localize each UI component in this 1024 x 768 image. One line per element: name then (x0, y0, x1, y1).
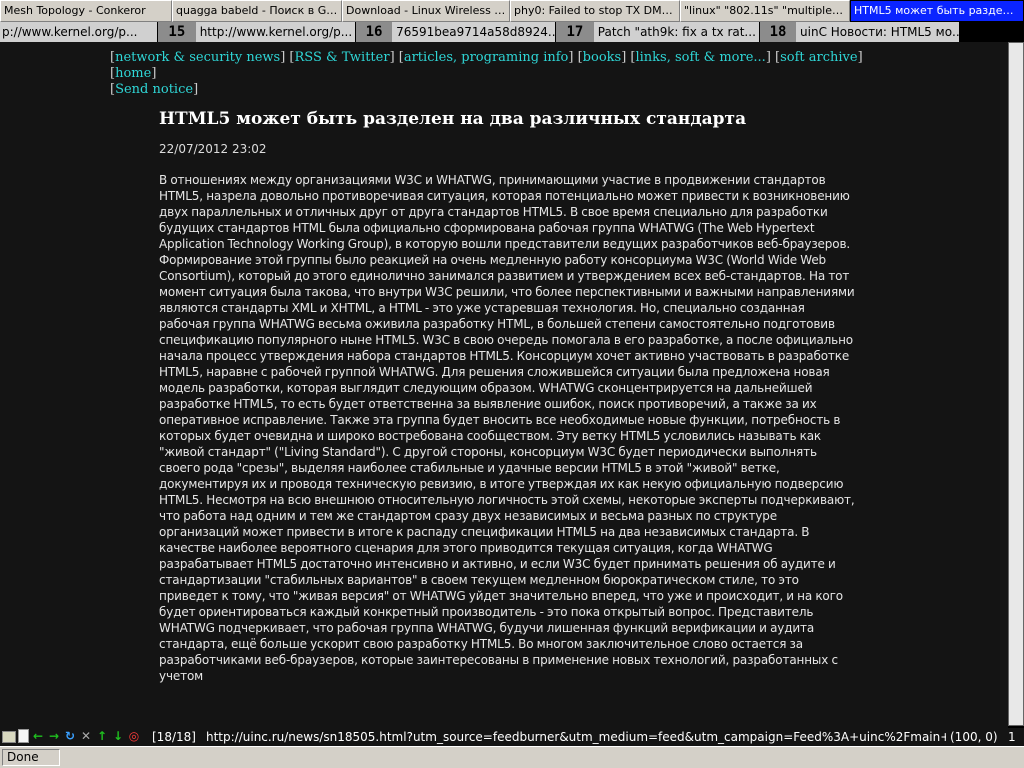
browser-toolbar: ← → ↻ ✕ ↑ ↓ ◎ [18/18] http://uinc.ru/new… (0, 728, 1024, 746)
browser-tab-number: 15 (158, 22, 196, 42)
article-date: 22/07/2012 23:02 (159, 142, 267, 156)
vertical-scrollbar[interactable] (1008, 42, 1024, 728)
browser-tab-18[interactable]: 18 uinC Новости: HTML5 мо... (760, 22, 960, 42)
nav-link-rss-twitter[interactable]: RSS & Twitter (295, 50, 390, 65)
scroll-position: (100, 0) (950, 730, 998, 744)
browser-tab-15[interactable]: 15 http://www.kernel.org/p... (158, 22, 356, 42)
stop-icon[interactable]: ✕ (79, 729, 93, 744)
window-tab-html5-active[interactable]: HTML5 может быть разделен н... (850, 0, 1024, 22)
window-tab-phy0-failed[interactable]: phy0: Failed to stop TX DMA, que... (510, 0, 680, 22)
nav-link-send-notice[interactable]: Send notice (115, 82, 193, 97)
up-icon[interactable]: ↑ (95, 729, 109, 744)
status-text: Done (2, 749, 60, 766)
browser-tab-title: p://www.kernel.org/p... (2, 25, 138, 39)
help-icon[interactable]: ◎ (127, 729, 141, 744)
window-tab-linux-802-11s[interactable]: "linux" "802.11s" "multiple" "gate... (680, 0, 850, 22)
article: HTML5 может быть разделен на два различн… (159, 108, 855, 684)
reload-icon[interactable]: ↻ (63, 729, 77, 744)
current-url: http://uinc.ru/news/sn18505.html?utm_sou… (206, 730, 946, 744)
nav-link-home[interactable]: home (115, 66, 151, 81)
down-icon[interactable]: ↓ (111, 729, 125, 744)
nav-link-articles[interactable]: articles, programing info (404, 50, 569, 65)
toolbar-icons: ← → ↻ ✕ ↑ ↓ ◎ (2, 729, 141, 744)
browser-tab-title: http://www.kernel.org/p... (199, 25, 353, 39)
browser-tab-16[interactable]: 16 76591bea9714a58d8924... (356, 22, 556, 42)
status-bar: Done (0, 746, 1024, 768)
browser-tab-title: uinC Новости: HTML5 мо... (800, 25, 959, 39)
nav-link-books[interactable]: books (583, 50, 622, 65)
browser-tab-title: Patch "ath9k: fix a tx rat... (597, 25, 756, 39)
browser-tab-strip: p://www.kernel.org/p... 15 http://www.ke… (0, 22, 1024, 42)
forward-icon[interactable]: → (47, 729, 61, 744)
back-icon[interactable]: ← (31, 729, 45, 744)
page-viewport: [network & security news] [RSS & Twitter… (0, 42, 1008, 728)
window-tab-download-linux-wireless[interactable]: Download - Linux Wireless - Con... (342, 0, 510, 22)
page-icon[interactable] (18, 729, 29, 743)
browser-tab-number: 18 (760, 22, 797, 42)
nav-link-links-soft[interactable]: links, soft & more... (635, 50, 765, 65)
browser-tab-number: 17 (556, 22, 594, 42)
folder-icon[interactable] (2, 731, 16, 743)
browser-tab-number: 16 (356, 22, 393, 42)
window-tab-quagga-babeld[interactable]: quagga babeld - Поиск в Google ... (172, 0, 342, 22)
tab-counter: [18/18] (152, 730, 196, 744)
browser-tab-17[interactable]: 17 Patch "ath9k: fix a tx rat... (556, 22, 760, 42)
buffer-number: 1 (1008, 730, 1016, 744)
window-tab-mesh-topology[interactable]: Mesh Topology - Conkeror (0, 0, 172, 22)
nav-link-network-security-news[interactable]: network & security news (115, 50, 280, 65)
scrollbar-thumb[interactable] (1008, 42, 1024, 726)
browser-tab-title: 76591bea9714a58d8924... (396, 25, 555, 39)
window-tab-strip: Mesh Topology - Conkeror quagga babeld -… (0, 0, 1024, 22)
site-nav: [network & security news] [RSS & Twitter… (110, 50, 871, 97)
browser-tab-14[interactable]: p://www.kernel.org/p... (0, 22, 158, 42)
article-title: HTML5 может быть разделен на два различн… (159, 109, 747, 129)
article-body: В отношениях между организациями W3C и W… (159, 173, 855, 683)
nav-link-soft-archive[interactable]: soft archive (780, 50, 857, 65)
